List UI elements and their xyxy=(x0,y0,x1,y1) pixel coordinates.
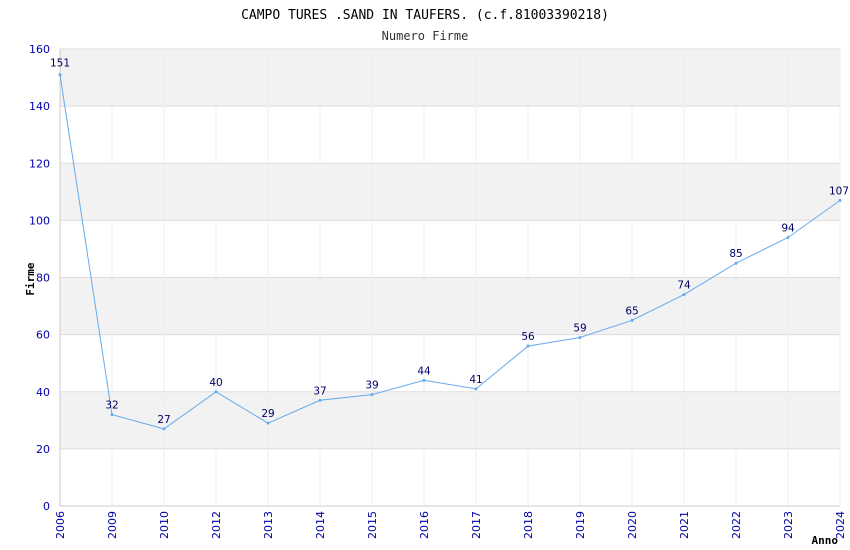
background-band xyxy=(60,163,840,221)
data-point xyxy=(526,344,530,348)
x-tick-label: 2017 xyxy=(470,511,483,539)
data-label: 65 xyxy=(625,305,638,317)
y-tick-label: 40 xyxy=(36,386,50,399)
x-tick-label: 2009 xyxy=(106,511,119,539)
background-band xyxy=(60,277,840,335)
data-point xyxy=(630,318,634,322)
data-point xyxy=(214,390,218,394)
y-tick-label: 60 xyxy=(36,329,50,342)
data-point xyxy=(266,421,270,425)
x-tick-label: 2020 xyxy=(626,511,639,539)
y-tick-label: 140 xyxy=(29,100,50,113)
data-label: 29 xyxy=(261,408,274,420)
data-label: 151 xyxy=(50,58,70,70)
background-bands xyxy=(60,49,840,449)
data-point xyxy=(578,335,582,339)
data-label: 85 xyxy=(729,248,742,260)
data-point xyxy=(734,261,738,265)
data-point xyxy=(474,387,478,391)
data-label: 107 xyxy=(829,185,849,197)
data-point xyxy=(838,198,842,202)
data-label: 59 xyxy=(573,322,586,334)
data-label: 94 xyxy=(781,223,795,235)
data-label: 41 xyxy=(469,374,482,386)
x-tick-label: 2013 xyxy=(262,511,275,539)
data-point xyxy=(58,73,62,77)
x-tick-label: 2023 xyxy=(782,511,795,539)
y-tick-label: 0 xyxy=(43,500,50,513)
chart-subtitle: Numero Firme xyxy=(382,29,469,43)
data-labels: 151 32 27 40 29 37 39 44 41 56 59 65 74 85 94 107 xyxy=(50,58,849,426)
x-tick-label: 2014 xyxy=(314,511,327,539)
data-label: 44 xyxy=(417,365,431,377)
data-point xyxy=(370,393,374,397)
y-axis-label: Firme xyxy=(24,262,37,295)
data-label: 56 xyxy=(521,331,535,343)
x-tick-label: 2006 xyxy=(54,511,67,539)
y-tick-label: 160 xyxy=(29,43,50,56)
x-tick-label: 2022 xyxy=(730,511,743,539)
x-tick-label: 2016 xyxy=(418,511,431,539)
background-band xyxy=(60,391,840,449)
x-tick-label: 2021 xyxy=(678,511,691,539)
data-label: 40 xyxy=(209,377,222,389)
data-point xyxy=(318,398,322,402)
x-tick-labels: 2006 2009 2010 2012 2013 2014 2015 2016 2017 2018… xyxy=(54,511,847,539)
data-point xyxy=(110,413,114,417)
x-tick-label: 2018 xyxy=(522,511,535,539)
y-tick-label: 20 xyxy=(36,443,50,456)
data-label: 37 xyxy=(313,385,326,397)
data-label: 74 xyxy=(677,280,691,292)
x-tick-label: 2019 xyxy=(574,511,587,539)
data-point xyxy=(682,293,686,297)
x-tick-label: 2010 xyxy=(158,511,171,539)
x-tick-label: 2015 xyxy=(366,511,379,539)
x-axis-label: Anno xyxy=(812,534,839,547)
line-chart: CAMPO TURES .SAND IN TAUFERS. (c.f.81003… xyxy=(24,8,849,547)
series-line-path xyxy=(59,74,841,430)
data-label: 39 xyxy=(365,380,378,392)
series-line xyxy=(58,73,842,431)
y-tick-label: 100 xyxy=(29,214,50,227)
data-point xyxy=(422,378,426,382)
background-band xyxy=(60,49,840,107)
y-tick-label: 120 xyxy=(29,157,50,170)
y-tick-label: 80 xyxy=(36,272,50,285)
data-point xyxy=(786,236,790,240)
x-tick-label: 2012 xyxy=(210,511,223,539)
chart-title: CAMPO TURES .SAND IN TAUFERS. (c.f.81003… xyxy=(241,8,609,23)
data-label: 32 xyxy=(105,400,118,412)
data-point xyxy=(162,427,166,431)
data-label: 27 xyxy=(157,414,170,426)
